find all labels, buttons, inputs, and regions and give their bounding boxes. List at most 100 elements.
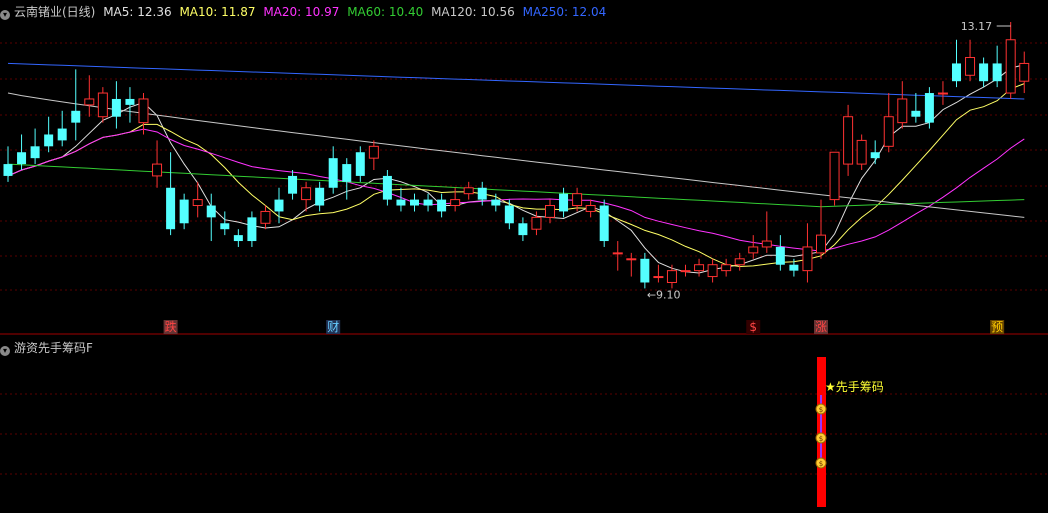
candle[interactable] xyxy=(559,187,569,218)
candle[interactable] xyxy=(410,193,419,212)
candles[interactable] xyxy=(3,22,1030,289)
candle-body xyxy=(192,199,203,207)
candle[interactable] xyxy=(382,170,392,206)
candle[interactable] xyxy=(843,104,854,176)
candle-body xyxy=(57,128,67,141)
candle[interactable] xyxy=(816,199,826,259)
candle[interactable] xyxy=(883,93,894,153)
candle[interactable] xyxy=(952,39,961,88)
candle-body xyxy=(260,210,271,224)
money-bag-glyph: $ xyxy=(819,460,823,468)
candle[interactable] xyxy=(450,187,461,212)
candle[interactable] xyxy=(979,57,989,88)
candle-body xyxy=(897,98,908,124)
candle[interactable] xyxy=(138,93,149,135)
candle[interactable] xyxy=(897,81,908,129)
candle[interactable] xyxy=(680,264,691,277)
ma20-line xyxy=(7,128,1025,252)
candle[interactable] xyxy=(775,235,785,271)
marker-label: 跌 xyxy=(165,319,177,334)
candle[interactable] xyxy=(84,75,95,117)
candle[interactable] xyxy=(992,45,1002,88)
candle[interactable] xyxy=(694,258,705,277)
candle[interactable] xyxy=(911,93,921,123)
candle[interactable] xyxy=(761,211,772,253)
candle[interactable] xyxy=(721,258,732,277)
candle[interactable] xyxy=(220,211,230,236)
candle[interactable] xyxy=(179,193,189,230)
candle[interactable] xyxy=(965,39,976,82)
candle-body xyxy=(450,199,461,207)
candle[interactable] xyxy=(599,199,609,247)
candle-body xyxy=(680,270,691,273)
candle-body xyxy=(829,151,840,201)
candle-body xyxy=(71,110,81,123)
candle[interactable] xyxy=(585,199,596,218)
candle-body xyxy=(707,264,718,278)
candle[interactable] xyxy=(192,181,203,218)
candle[interactable] xyxy=(233,229,243,247)
candle[interactable] xyxy=(748,235,759,259)
candle[interactable] xyxy=(856,134,867,170)
candle[interactable] xyxy=(288,170,298,200)
marker-label: $ xyxy=(749,320,757,334)
candle-body xyxy=(44,134,54,147)
candle[interactable] xyxy=(666,264,677,289)
candle[interactable] xyxy=(97,87,108,123)
candle[interactable] xyxy=(545,199,555,224)
candle-body xyxy=(274,199,284,212)
candle[interactable] xyxy=(423,193,433,212)
high-price-label: 13.17 xyxy=(961,20,993,33)
candle-body xyxy=(315,187,325,206)
candle-body xyxy=(599,205,609,242)
candle-body xyxy=(179,199,189,224)
candle-body xyxy=(545,205,555,218)
candle-body xyxy=(1019,62,1030,82)
candle[interactable] xyxy=(3,146,13,182)
candle[interactable] xyxy=(396,187,406,212)
candle-body xyxy=(572,193,583,207)
candle[interactable] xyxy=(626,252,637,277)
candle[interactable] xyxy=(342,158,352,200)
candle[interactable] xyxy=(937,81,948,105)
candle[interactable] xyxy=(166,152,176,236)
candle[interactable] xyxy=(870,140,880,165)
candle[interactable] xyxy=(247,211,257,247)
candle[interactable] xyxy=(1019,51,1030,94)
marker-label: 涨 xyxy=(815,319,827,334)
candle[interactable] xyxy=(44,116,54,153)
candle[interactable] xyxy=(30,128,40,165)
grid xyxy=(0,42,1048,475)
candle-body xyxy=(247,217,257,242)
candle[interactable] xyxy=(111,81,121,129)
candle[interactable] xyxy=(829,151,840,206)
candle-body xyxy=(843,116,854,165)
candlestick-chart[interactable]: 跌 财 $ 涨 预 $ $ $ 13.17 ←9.10 ★先手筹码 xyxy=(0,0,1048,513)
candle[interactable] xyxy=(368,140,379,170)
candle-body xyxy=(775,246,785,265)
candle[interactable] xyxy=(355,146,365,182)
candle[interactable] xyxy=(640,252,650,289)
candle-body xyxy=(518,223,528,236)
candle-body xyxy=(870,152,880,159)
candle-body xyxy=(410,199,419,206)
candle[interactable] xyxy=(125,87,135,123)
candle[interactable] xyxy=(437,193,447,218)
candle[interactable] xyxy=(802,223,813,283)
candle[interactable] xyxy=(463,181,474,200)
candle[interactable] xyxy=(924,87,934,129)
candle-body xyxy=(396,199,406,206)
candle[interactable] xyxy=(152,140,163,188)
candle[interactable] xyxy=(328,146,338,194)
candle[interactable] xyxy=(71,69,81,141)
candle[interactable] xyxy=(57,110,67,147)
candle[interactable] xyxy=(260,205,271,230)
candle[interactable] xyxy=(1005,22,1016,99)
candle-body xyxy=(559,193,569,212)
candle-body xyxy=(477,187,487,200)
candle[interactable] xyxy=(504,199,514,230)
candle-body xyxy=(721,264,732,272)
candle-body xyxy=(789,264,799,271)
candle[interactable] xyxy=(707,258,718,283)
candle[interactable] xyxy=(653,264,664,283)
